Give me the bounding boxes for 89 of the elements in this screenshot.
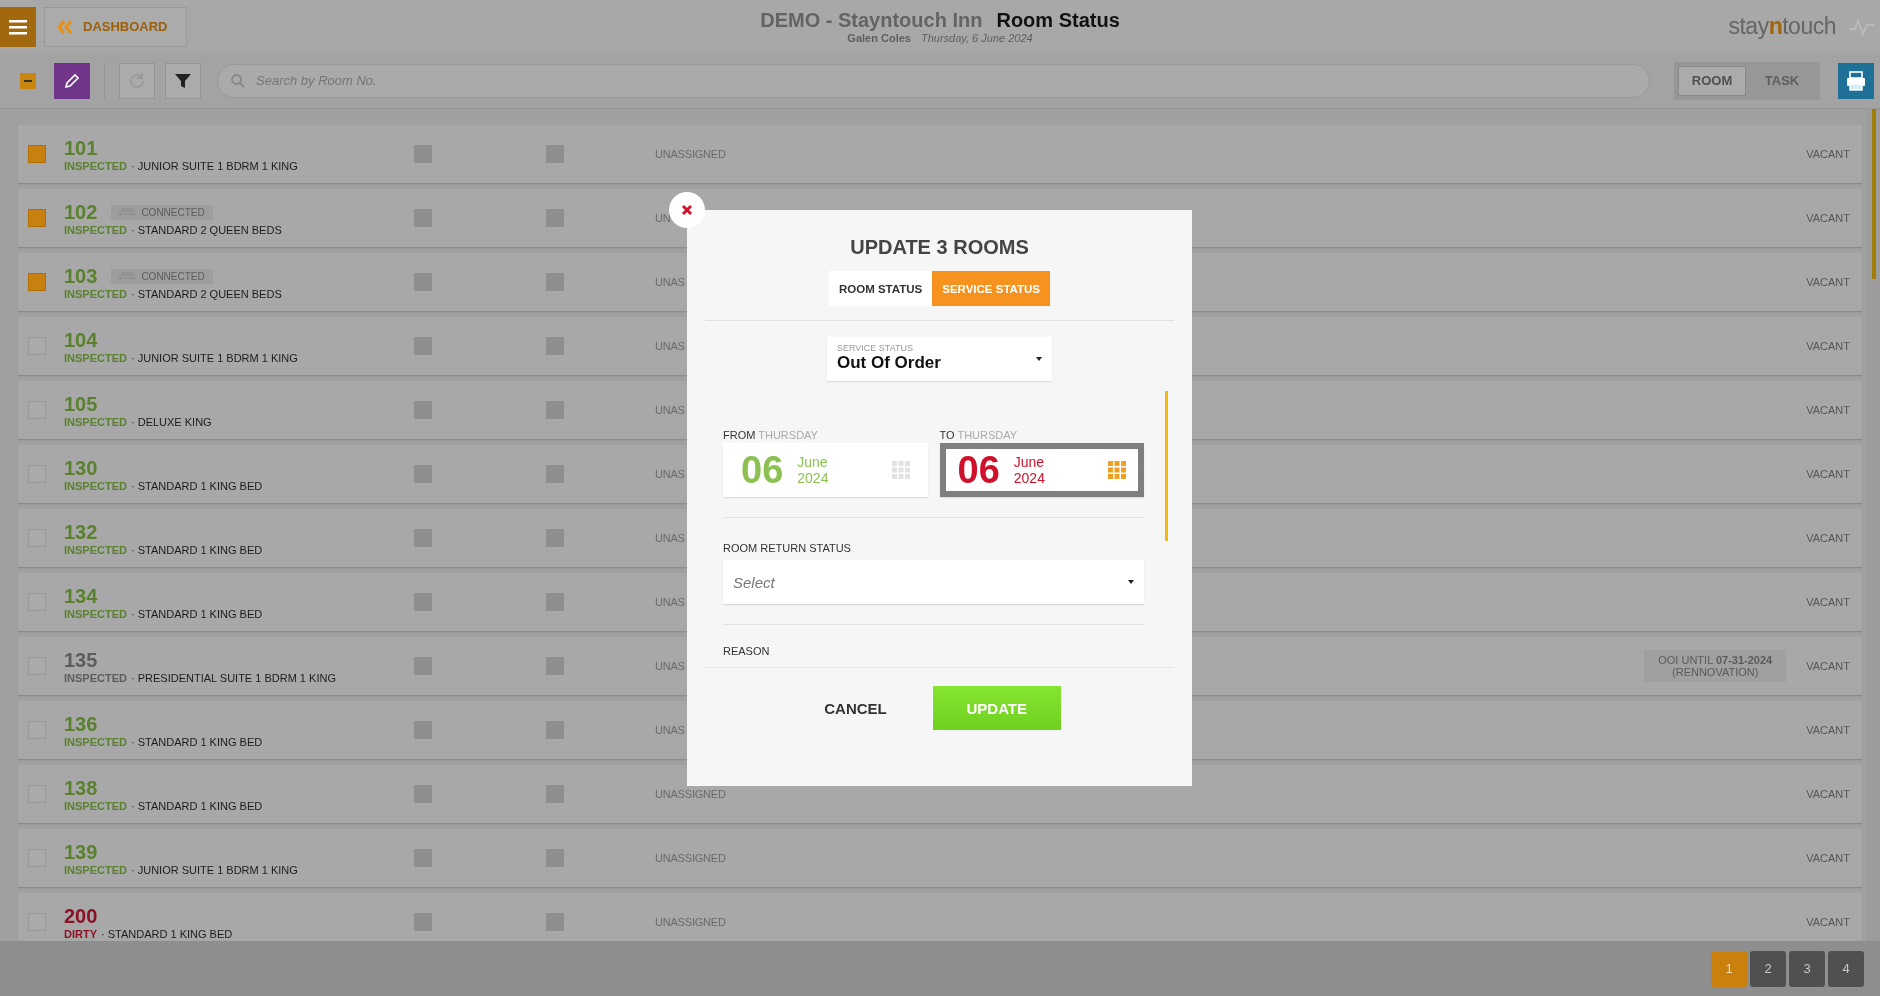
room-status: INSPECTED <box>64 863 127 876</box>
room-number: 139 <box>64 840 98 864</box>
room-number: 136 <box>64 712 98 736</box>
room-status: INSPECTED <box>64 799 127 812</box>
room-status: INSPECTED <box>64 415 127 428</box>
occupancy: VACANT <box>1806 852 1850 864</box>
room-number: 104 <box>64 328 98 352</box>
room-number: 135 <box>64 648 98 672</box>
month: June <box>797 454 829 470</box>
room-status: INSPECTED <box>64 479 127 492</box>
room-type: · STANDARD 2 QUEEN BEDS <box>130 287 282 300</box>
assignee: UNAS <box>655 724 685 736</box>
room-type: · STANDARD 1 KING BED <box>101 927 233 940</box>
month: June <box>1013 454 1046 470</box>
assignee: UNASSIGNED <box>655 852 726 864</box>
room-type: · JUNIOR SUITE 1 BDRM 1 KING <box>130 351 298 364</box>
room-type: · PRESIDENTIAL SUITE 1 BDRM 1 KING <box>130 671 336 684</box>
room-number: 103 <box>64 264 98 288</box>
occupancy: VACANT <box>1806 212 1850 224</box>
occupancy: VACANT <box>1806 340 1850 352</box>
occupancy: VACANT <box>1806 916 1850 928</box>
room-type: · STANDARD 1 KING BED <box>130 479 263 492</box>
room-number: 132 <box>64 520 98 544</box>
note-text: OOI UNTIL 07-31-2024 <box>1658 654 1773 666</box>
business-date: Thursday, 6 June 2024 <box>920 32 1033 44</box>
dropdown-value: Out Of Order <box>837 353 941 373</box>
assignee: UNAS <box>655 404 685 416</box>
year: 2024 <box>1013 470 1046 486</box>
occupancy: VACANT <box>1806 468 1850 480</box>
room-status: INSPECTED <box>64 159 127 172</box>
room-number: 101 <box>64 136 98 160</box>
room-number: 130 <box>64 456 98 480</box>
logo: stayntouch <box>1728 13 1836 40</box>
occupancy: VACANT <box>1806 660 1850 672</box>
room-status: INSPECTED <box>64 287 127 300</box>
assignee: UNAS <box>655 596 685 608</box>
room-type: · JUNIOR SUITE 1 BDRM 1 KING <box>130 863 298 876</box>
occupancy: VACANT <box>1806 404 1850 416</box>
room-type: · STANDARD 1 KING BED <box>130 799 263 812</box>
assignee: UN <box>655 212 671 224</box>
date-label: TO <box>939 429 955 441</box>
field-label: ROOM RETURN STATUS <box>723 542 852 554</box>
day: 06 <box>741 448 784 492</box>
hotel-name: DEMO - Stayntouch Inn <box>760 9 983 32</box>
room-status: INSPECTED <box>64 735 127 748</box>
room-number: 105 <box>64 392 98 416</box>
room-type: · DELUXE KING <box>130 415 212 428</box>
room-type: · STANDARD 1 KING BED <box>130 543 263 556</box>
occupancy: VACANT <box>1806 596 1850 608</box>
year: 2024 <box>797 470 830 486</box>
assignee: UNASSIGNED <box>655 148 726 160</box>
assignee: UNAS <box>655 660 685 672</box>
dropdown-placeholder: Select <box>733 573 775 591</box>
room-status: INSPECTED <box>64 671 127 684</box>
room-status: INSPECTED <box>64 223 127 236</box>
assignee: UNAS <box>655 340 685 352</box>
occupancy: VACANT <box>1806 724 1850 736</box>
room-type: · JUNIOR SUITE 1 BDRM 1 KING <box>130 159 298 172</box>
assignee: UNASSIGNED <box>655 916 726 928</box>
room-status: INSPECTED <box>64 607 127 620</box>
date-label: FROM <box>723 429 756 441</box>
room-type: · STANDARD 1 KING BED <box>130 607 263 620</box>
occupancy: VACANT <box>1806 532 1850 544</box>
page-title: Room Status <box>996 9 1120 32</box>
assignee: UNAS <box>655 468 685 480</box>
weekday: THURSDAY <box>758 429 818 441</box>
assignee: UNASSIGNED <box>655 788 726 800</box>
user-name: Galen Coles <box>847 32 911 44</box>
badge-label: CONNECTED <box>141 206 205 218</box>
room-status: INSPECTED <box>64 543 127 556</box>
occupancy: VACANT <box>1806 148 1850 160</box>
room-status: INSPECTED <box>64 351 127 364</box>
note-reason: (RENNOVATION) <box>1672 666 1759 678</box>
room-number: 102 <box>64 200 98 224</box>
room-number: 134 <box>64 584 98 608</box>
occupancy: VACANT <box>1806 276 1850 288</box>
room-type: · STANDARD 2 QUEEN BEDS <box>130 223 282 236</box>
day: 06 <box>957 448 1000 492</box>
occupancy: VACANT <box>1806 788 1850 800</box>
weekday: THURSDAY <box>957 429 1018 441</box>
dropdown-label: SERVICE STATUS <box>837 343 914 353</box>
assignee: UNAS <box>655 532 685 544</box>
room-type: · STANDARD 1 KING BED <box>130 735 263 748</box>
room-status: DIRTY <box>64 927 97 940</box>
assignee: UNAS <box>655 276 685 288</box>
field-label: REASON <box>723 645 771 657</box>
room-number: 138 <box>64 776 98 800</box>
room-number: 200 <box>64 904 98 928</box>
badge-label: CONNECTED <box>141 270 205 282</box>
